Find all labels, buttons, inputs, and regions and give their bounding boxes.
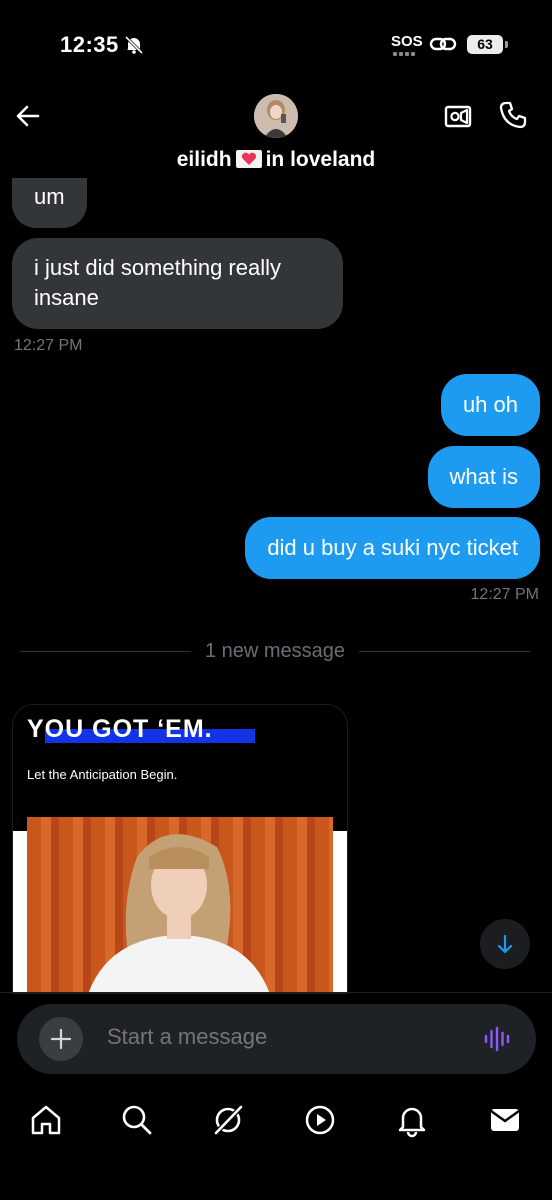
- message-composer: [17, 1004, 536, 1074]
- message-text: did u buy a suki nyc ticket: [267, 535, 518, 560]
- messages-icon[interactable]: [487, 1102, 523, 1138]
- bottom-navigation: [0, 1090, 552, 1150]
- outgoing-message[interactable]: did u buy a suki nyc ticket: [245, 517, 540, 579]
- message-input[interactable]: [107, 1024, 467, 1050]
- plus-icon: [50, 1028, 72, 1050]
- artist-photo-figure: [88, 834, 270, 993]
- add-media-button[interactable]: [39, 1017, 83, 1061]
- artist-photo: [27, 817, 333, 993]
- search-icon[interactable]: [119, 1102, 155, 1138]
- grok-icon[interactable]: [210, 1102, 246, 1138]
- message-text: i just did something really insane: [34, 255, 282, 310]
- voice-message-icon[interactable]: [483, 1025, 511, 1053]
- contact-name-rest: in loveland: [265, 148, 376, 171]
- outgoing-message[interactable]: what is: [427, 446, 540, 508]
- status-time: 12:35: [60, 32, 119, 57]
- contact-name[interactable]: eilidh in loveland: [0, 148, 552, 172]
- status-bar: 12:35 SOS 63: [0, 0, 552, 80]
- message-timestamp: 12:27 PM: [14, 337, 83, 354]
- video-icon[interactable]: [302, 1102, 338, 1138]
- message-text: uh oh: [462, 392, 518, 417]
- battery-tip: [505, 41, 508, 48]
- sos-indicator: SOS: [391, 33, 423, 50]
- phone-call-icon[interactable]: [498, 100, 528, 130]
- battery-indicator: 63: [467, 35, 503, 54]
- avatar-image: [254, 94, 298, 138]
- media-attachment[interactable]: YOU GOT ‘EM. Let the Anticipation Begin.: [12, 704, 348, 994]
- love-letter-emoji-icon: [235, 150, 262, 168]
- incoming-message[interactable]: um: [12, 178, 87, 228]
- scroll-to-bottom-button[interactable]: [480, 919, 530, 969]
- video-call-icon[interactable]: [443, 101, 473, 131]
- notifications-icon[interactable]: [394, 1102, 430, 1138]
- message-timestamp: 12:27 PM: [470, 586, 539, 603]
- back-arrow-icon[interactable]: [14, 102, 42, 130]
- link-icon: [429, 37, 457, 51]
- signal-dots: [393, 52, 415, 56]
- new-message-divider: 1 new message: [20, 638, 531, 664]
- divider-label: 1 new message: [204, 639, 346, 662]
- home-icon[interactable]: [28, 1102, 64, 1138]
- contact-name-first: eilidh: [176, 148, 232, 171]
- bell-off-icon: [124, 35, 144, 55]
- contact-avatar[interactable]: [254, 94, 298, 138]
- composer-separator: [0, 992, 552, 993]
- outgoing-message[interactable]: uh oh: [440, 374, 540, 436]
- message-text: um: [34, 184, 65, 209]
- card-title: YOU GOT ‘EM.: [27, 715, 213, 743]
- card-subtitle: Let the Anticipation Begin.: [27, 767, 178, 782]
- arrow-down-icon: [497, 934, 513, 954]
- message-text: what is: [449, 464, 518, 489]
- incoming-message[interactable]: i just did something really insane: [12, 238, 343, 329]
